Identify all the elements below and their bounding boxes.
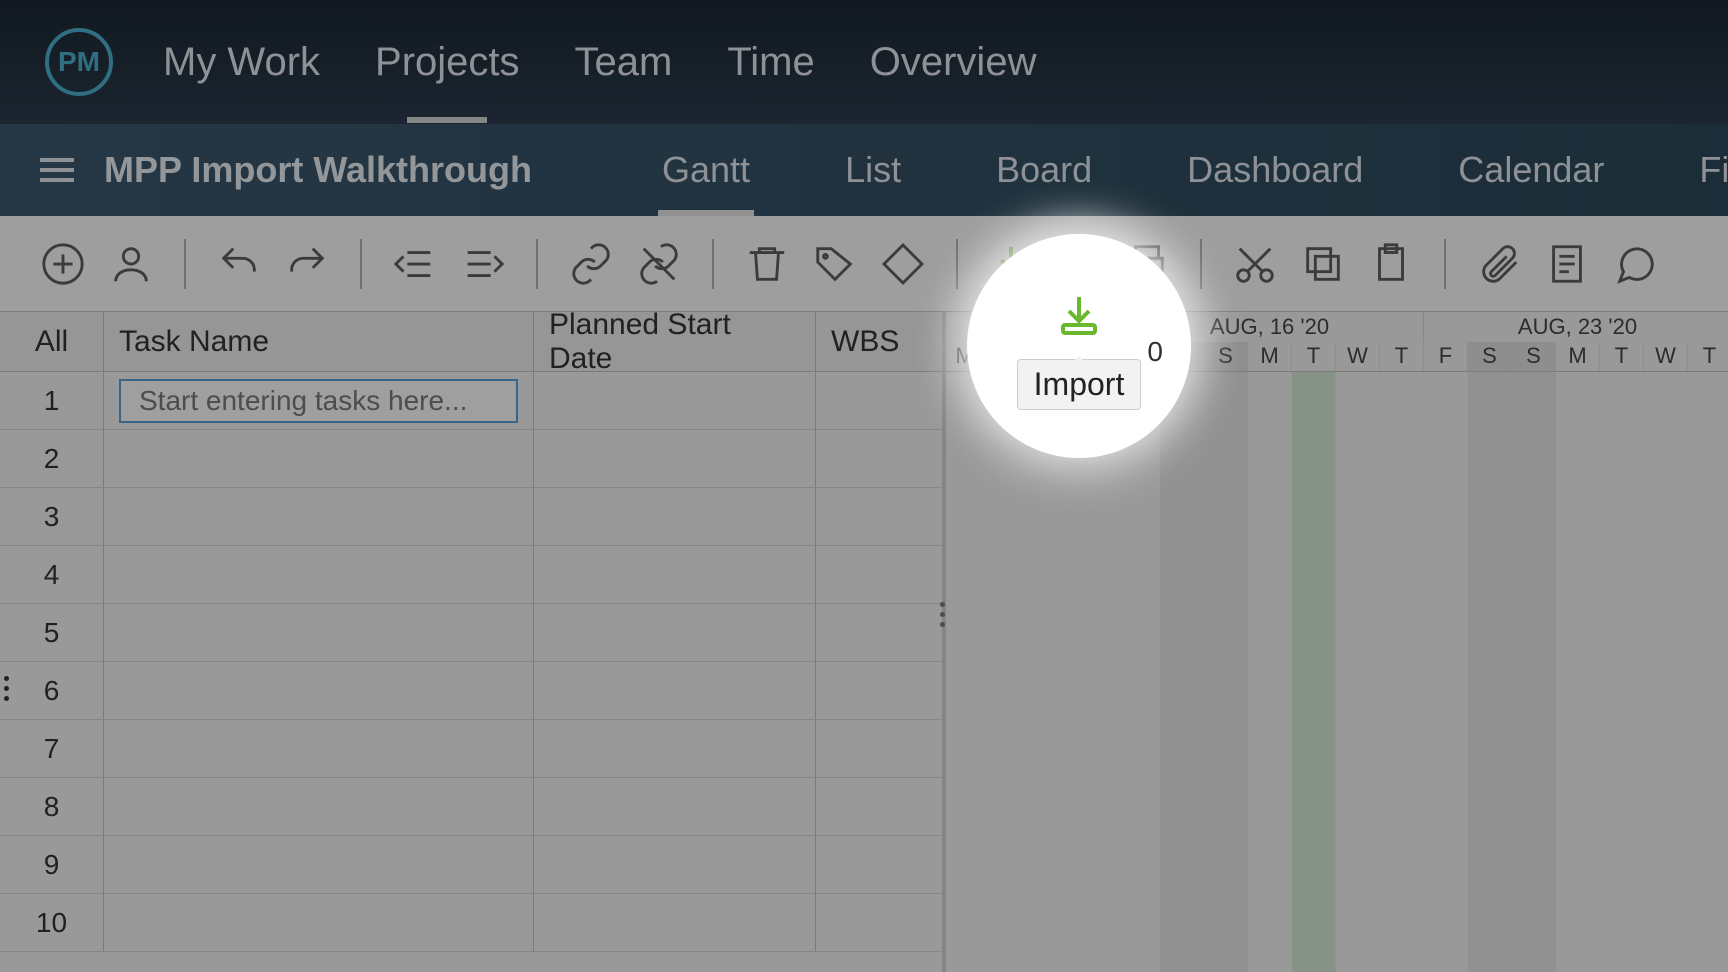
indent-icon[interactable]	[460, 241, 506, 287]
import-tooltip-spotlight: Import 0	[967, 234, 1191, 458]
copy-icon[interactable]	[1300, 241, 1346, 287]
row-number: 7	[0, 720, 104, 777]
timeline-day: F	[1424, 342, 1468, 372]
paste-icon[interactable]	[1368, 241, 1414, 287]
link-icon[interactable]	[568, 241, 614, 287]
toolbar-separator	[1200, 239, 1202, 289]
timeline-day: W	[1336, 342, 1380, 372]
column-wbs[interactable]: WBS	[816, 312, 942, 371]
attach-icon[interactable]	[1476, 241, 1522, 287]
column-task-name[interactable]: Task Name	[104, 312, 534, 371]
tag-icon[interactable]	[812, 241, 858, 287]
timeline-week-label: AUG, 23 '20	[1424, 312, 1728, 342]
tab-files[interactable]: Files	[1699, 149, 1728, 216]
row-number: 4	[0, 546, 104, 603]
nav-team[interactable]: Team	[575, 40, 673, 123]
add-task-icon[interactable]	[40, 241, 86, 287]
task-row[interactable]: 7	[0, 720, 942, 778]
timeline-day: S	[1512, 342, 1556, 372]
unlink-icon[interactable]	[636, 241, 682, 287]
timeline-day: T	[1380, 342, 1424, 372]
main-area: All Task Name Planned Start Date WBS 1 2…	[0, 216, 1728, 972]
row-number: 3	[0, 488, 104, 545]
timeline-day: W	[1644, 342, 1688, 372]
notes-icon[interactable]	[1544, 241, 1590, 287]
toolbar-separator	[536, 239, 538, 289]
task-row[interactable]: 1	[0, 372, 942, 430]
row-number: 8	[0, 778, 104, 835]
task-row[interactable]: 2	[0, 430, 942, 488]
toolbar-separator	[712, 239, 714, 289]
tab-gantt[interactable]: Gantt	[662, 149, 750, 216]
task-name-input[interactable]	[119, 379, 518, 423]
tab-calendar[interactable]: Calendar	[1458, 149, 1604, 216]
row-number: 5	[0, 604, 104, 661]
planned-start-cell[interactable]	[534, 372, 816, 429]
timeline-day: T	[1688, 342, 1728, 372]
task-row[interactable]: 10	[0, 894, 942, 952]
toolbar-separator	[360, 239, 362, 289]
timeline-body[interactable]	[946, 372, 1728, 972]
row-number: 6	[0, 662, 104, 719]
row-number: 2	[0, 430, 104, 487]
spotlight-overflow-text: 0	[1147, 336, 1163, 368]
task-row[interactable]: 9	[0, 836, 942, 894]
tab-list[interactable]: List	[845, 149, 901, 216]
timeline-day: M	[1248, 342, 1292, 372]
nav-projects[interactable]: Projects	[375, 40, 520, 123]
tab-board[interactable]: Board	[996, 149, 1092, 216]
top-navigation-bar: PM My Work Projects Team Time Overview	[0, 0, 1728, 124]
task-grid: All Task Name Planned Start Date WBS 1 2…	[0, 312, 946, 972]
gantt-toolbar	[0, 216, 1728, 312]
row-number: 9	[0, 836, 104, 893]
import-icon-highlight[interactable]	[1055, 291, 1103, 339]
toolbar-separator	[956, 239, 958, 289]
milestone-icon[interactable]	[880, 241, 926, 287]
undo-icon[interactable]	[216, 241, 262, 287]
toolbar-separator	[1444, 239, 1446, 289]
project-bar: MPP Import Walkthrough Gantt List Board …	[0, 124, 1728, 216]
main-nav-items: My Work Projects Team Time Overview	[163, 2, 1036, 123]
outdent-icon[interactable]	[392, 241, 438, 287]
redo-icon[interactable]	[284, 241, 330, 287]
column-planned-start[interactable]: Planned Start Date	[534, 312, 816, 371]
column-all[interactable]: All	[0, 312, 104, 371]
collapse-handle-icon[interactable]	[4, 676, 9, 701]
row-number: 1	[0, 372, 104, 429]
nav-my-work[interactable]: My Work	[163, 40, 320, 123]
app-logo[interactable]: PM	[45, 28, 113, 96]
comment-icon[interactable]	[1612, 241, 1658, 287]
timeline-day: S	[1204, 342, 1248, 372]
nav-time[interactable]: Time	[727, 40, 814, 123]
delete-icon[interactable]	[744, 241, 790, 287]
import-tooltip-label: Import	[1017, 359, 1142, 410]
timeline-day: M	[1556, 342, 1600, 372]
timeline-day: S	[1468, 342, 1512, 372]
wbs-cell[interactable]	[816, 372, 942, 429]
tab-dashboard[interactable]: Dashboard	[1187, 149, 1363, 216]
view-tabs: Gantt List Board Dashboard Calendar File…	[662, 124, 1728, 216]
row-number: 10	[0, 894, 104, 951]
task-row[interactable]: 5	[0, 604, 942, 662]
timeline-day: T	[1600, 342, 1644, 372]
menu-icon[interactable]	[40, 158, 74, 182]
divider-handle-icon[interactable]	[940, 602, 945, 627]
task-row[interactable]: 3	[0, 488, 942, 546]
timeline-day: T	[1292, 342, 1336, 372]
task-row[interactable]: 8	[0, 778, 942, 836]
task-row[interactable]: 4	[0, 546, 942, 604]
toolbar-separator	[184, 239, 186, 289]
project-title: MPP Import Walkthrough	[104, 149, 532, 191]
task-row[interactable]: 6	[0, 662, 942, 720]
nav-overview[interactable]: Overview	[870, 40, 1037, 123]
assign-user-icon[interactable]	[108, 241, 154, 287]
cut-icon[interactable]	[1232, 241, 1278, 287]
grid-header-row: All Task Name Planned Start Date WBS	[0, 312, 942, 372]
